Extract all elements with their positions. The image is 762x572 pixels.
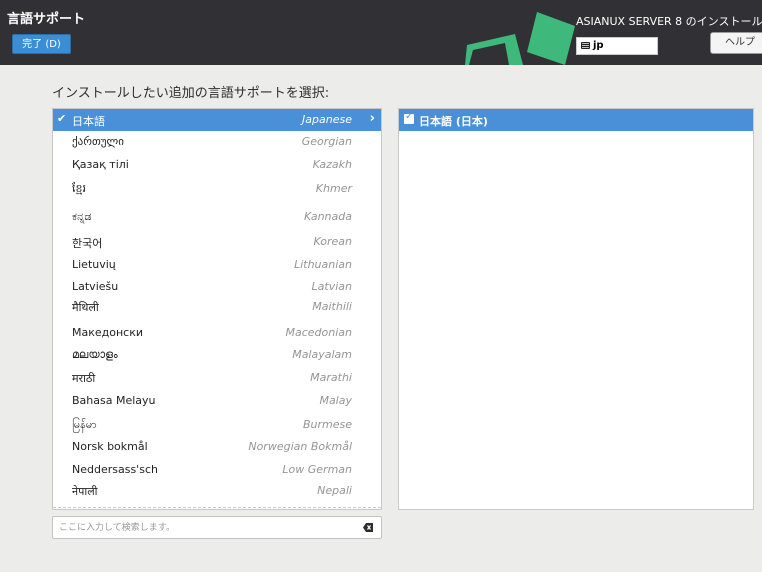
language-english-name: Georgian xyxy=(301,135,352,148)
product-name: ASIANUX SERVER 8 のインストール xyxy=(576,15,762,28)
locale-checkbox[interactable] xyxy=(404,111,414,124)
language-english-name: Latvian xyxy=(311,280,352,293)
language-english-name: Khmer xyxy=(315,182,352,195)
search-input[interactable] xyxy=(59,519,349,536)
clear-search-icon[interactable] xyxy=(363,523,373,532)
language-native-name: मराठी xyxy=(72,372,96,385)
language-english-name: Japanese xyxy=(302,113,352,126)
language-row[interactable]: ಕನ್ನಡ Kannada xyxy=(53,206,381,228)
distribution-logo-icon xyxy=(465,12,575,65)
language-native-name: 한국어 xyxy=(72,237,103,250)
language-native-name: Қазақ тілі xyxy=(72,158,129,171)
chevron-right-icon: › xyxy=(369,111,375,126)
keyboard-icon xyxy=(581,42,590,49)
locale-list[interactable]: 日本語 (日本) xyxy=(398,108,754,510)
language-native-name: नेपाली xyxy=(72,485,98,498)
list-scroll-edge xyxy=(53,507,381,508)
language-row[interactable]: 한국어 Korean xyxy=(53,231,381,253)
language-native-name: Latviešu xyxy=(72,280,119,293)
language-row[interactable]: मैथिली Maithili xyxy=(53,296,381,318)
language-native-name: Lietuvių xyxy=(72,258,116,271)
language-english-name: Nepali xyxy=(317,484,352,497)
language-row[interactable]: Norsk bokmål Norwegian Bokmål xyxy=(53,436,381,458)
language-english-name: Malay xyxy=(319,394,352,407)
language-english-name: Kannada xyxy=(304,210,352,223)
language-row[interactable]: Latviešu Latvian xyxy=(53,276,381,298)
language-english-name: Low German xyxy=(282,463,352,476)
language-row[interactable]: ქართული Georgian xyxy=(53,131,381,153)
help-button[interactable]: ヘルプ xyxy=(710,32,762,54)
language-native-name: Bahasa Melayu xyxy=(72,394,156,407)
keyboard-layout-indicator[interactable]: jp xyxy=(576,37,658,55)
language-row[interactable]: Lietuvių Lithuanian xyxy=(53,254,381,276)
language-row[interactable]: മലയാളം Malayalam xyxy=(53,344,381,366)
language-row[interactable]: मराठी Marathi xyxy=(53,367,381,389)
language-native-name: မြန်မာ xyxy=(72,418,97,431)
language-row[interactable]: नेपाली Nepali xyxy=(53,480,381,502)
language-english-name: Norwegian Bokmål xyxy=(248,440,352,453)
language-list[interactable]: ✔ 日本語 Japanese › ქართული Georgian Қазақ тілі Ka… xyxy=(52,108,382,510)
language-row[interactable]: မြန်မာ Burmese xyxy=(53,414,381,436)
selection-prompt: インストールしたい追加の言語サポートを選択: xyxy=(52,86,330,101)
language-native-name: ខ្មែរ xyxy=(72,182,86,195)
language-native-name: മലയാളം xyxy=(72,348,118,361)
language-search xyxy=(52,516,382,539)
done-button[interactable]: 完了 (D) xyxy=(12,34,71,54)
language-native-name: ქართული xyxy=(72,135,124,148)
language-english-name: Malayalam xyxy=(292,348,352,361)
language-row[interactable]: Bahasa Melayu Malay xyxy=(53,390,381,412)
language-row[interactable]: ✔ 日本語 Japanese › xyxy=(53,109,381,131)
language-row[interactable]: Neddersass'sch Low German xyxy=(53,459,381,481)
locale-label: 日本語 (日本) xyxy=(419,115,488,128)
spoke-title: 言語サポート xyxy=(7,12,86,27)
top-bar: 言語サポート 完了 (D) ASIANUX SERVER 8 のインストール j… xyxy=(0,0,762,65)
language-native-name: मैथिली xyxy=(72,301,99,314)
language-native-name: ಕನ್ನಡ xyxy=(72,210,92,223)
language-english-name: Marathi xyxy=(310,371,352,384)
language-row[interactable]: Македонски Macedonian xyxy=(53,322,381,344)
language-native-name: 日本語 xyxy=(72,115,105,128)
language-english-name: Korean xyxy=(313,235,352,248)
language-english-name: Maithili xyxy=(312,300,352,313)
language-native-name: Norsk bokmål xyxy=(72,440,148,453)
language-english-name: Lithuanian xyxy=(294,258,352,271)
language-native-name: Македонски xyxy=(72,326,144,339)
keyboard-layout-label: jp xyxy=(593,40,604,51)
language-english-name: Macedonian xyxy=(285,326,353,339)
language-row[interactable]: ខ្មែរ Khmer xyxy=(53,178,381,200)
language-english-name: Burmese xyxy=(302,418,352,431)
locale-row[interactable]: 日本語 (日本) xyxy=(399,109,753,131)
language-row[interactable]: Қазақ тілі Kazakh xyxy=(53,154,381,176)
selected-check-icon: ✔ xyxy=(57,112,67,125)
language-native-name: Neddersass'sch xyxy=(72,463,158,476)
language-english-name: Kazakh xyxy=(312,158,352,171)
